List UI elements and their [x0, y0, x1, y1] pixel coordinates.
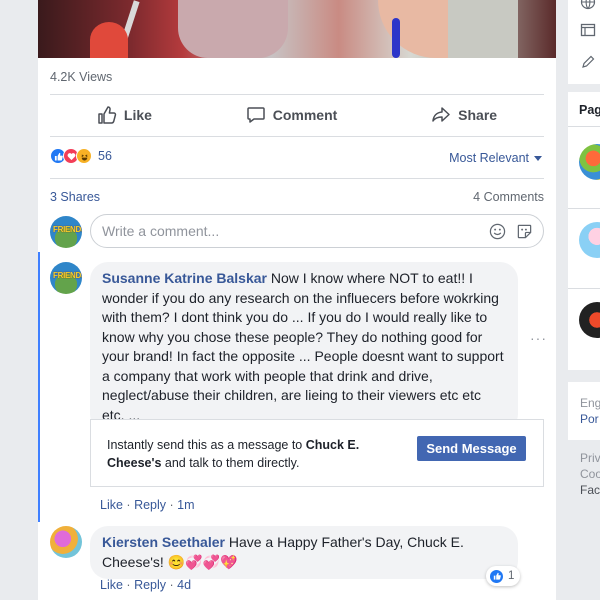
sidebar-pages-title: Pag	[579, 103, 600, 117]
divider	[568, 126, 600, 127]
comment-button[interactable]: Comment	[246, 105, 338, 125]
share-button[interactable]: Share	[431, 105, 497, 125]
like-button[interactable]: Like	[97, 105, 152, 125]
globe-icon[interactable]	[580, 0, 596, 10]
comment-like-link[interactable]: Like	[100, 498, 123, 512]
page-avatar[interactable]	[579, 222, 600, 258]
separator: ·	[169, 578, 178, 592]
comment-reply-link[interactable]: Reply	[134, 578, 166, 592]
comment-reply-link[interactable]: Reply	[134, 498, 166, 512]
comment-like-link[interactable]: Like	[100, 578, 123, 592]
footer-link[interactable]: Priv	[580, 450, 600, 466]
comment-thread-indicator	[38, 252, 40, 522]
more-options-icon[interactable]: ···	[530, 330, 547, 346]
divider	[50, 136, 544, 137]
like-reaction-icon	[489, 568, 504, 584]
current-user-avatar[interactable]: FRIENDS	[50, 216, 82, 248]
commenter-avatar[interactable]	[50, 526, 82, 558]
post-actions: Like Comment Share	[50, 96, 544, 134]
comment-sort-dropdown[interactable]: Most Relevant	[449, 151, 542, 165]
comment-author[interactable]: Susanne Katrine Balskar	[102, 270, 267, 286]
footer-link[interactable]: Coo	[580, 466, 600, 482]
emoji-icon[interactable]	[489, 223, 506, 240]
thumbs-up-icon	[98, 106, 117, 124]
separator: ·	[169, 498, 178, 512]
comment-text: Now I know where NOT to eat!! I wonder i…	[102, 270, 504, 423]
reaction-count: 56	[98, 149, 112, 163]
comments-count[interactable]: 4 Comments	[473, 190, 544, 204]
share-label: Share	[458, 107, 498, 123]
comment-meta: Like · Reply · 4d	[100, 578, 191, 592]
haha-reaction-icon	[76, 148, 92, 164]
comment-bubble: Susanne Katrine Balskar Now I know where…	[90, 262, 518, 432]
language-option[interactable]: Por	[580, 412, 599, 426]
promo-text-after: and talk to them directly.	[161, 456, 300, 470]
comment-reaction-count: 1	[508, 570, 515, 582]
avatar-logo-text: FRIENDS	[53, 225, 82, 234]
comment-input-box[interactable]	[90, 214, 544, 248]
comment-reaction-badge[interactable]: 1	[486, 566, 521, 586]
sidebar-shortcuts	[568, 0, 600, 84]
sticker-icon[interactable]	[516, 223, 533, 240]
post-video[interactable]	[38, 0, 556, 58]
divider	[568, 208, 600, 209]
comment-time[interactable]: 1m	[177, 498, 194, 512]
comment-icon	[247, 107, 265, 123]
browser-window-icon[interactable]	[580, 22, 596, 38]
separator: ·	[126, 578, 135, 592]
send-message-button[interactable]: Send Message	[417, 436, 526, 461]
sidebar-language: Eng Por	[568, 382, 600, 440]
divider	[568, 288, 600, 289]
page: 4.2K Views Like Comment Share 56 Most Re…	[0, 0, 600, 600]
language-current: Eng	[580, 396, 600, 410]
sidebar-footer: Priv Coo Fac	[580, 450, 600, 498]
divider	[50, 178, 544, 179]
footer-link[interactable]: Fac	[580, 482, 600, 498]
comment-author[interactable]: Kiersten Seethaler	[102, 534, 225, 550]
video-cloth	[448, 0, 518, 58]
send-message-promo: Instantly send this as a message to Chuc…	[90, 419, 544, 487]
pencil-icon[interactable]	[580, 54, 596, 70]
reaction-summary[interactable]: 56	[50, 148, 112, 164]
comment-meta: Like · Reply · 1m	[100, 498, 195, 512]
promo-text: Instantly send this as a message to Chuc…	[107, 436, 397, 472]
comment-label: Comment	[272, 107, 338, 123]
promo-text-before: Instantly send this as a message to	[107, 438, 306, 452]
comment-bubble: Kiersten Seethaler Have a Happy Father's…	[90, 526, 518, 579]
caret-down-icon	[534, 155, 542, 161]
video-shirt	[178, 0, 288, 58]
shares-link[interactable]: 3 Shares	[50, 190, 100, 204]
comment-input[interactable]	[102, 223, 472, 239]
post-card: 4.2K Views Like Comment Share 56 Most Re…	[38, 0, 556, 600]
comment-box-icons	[489, 223, 533, 240]
page-avatar[interactable]	[579, 144, 600, 180]
comment-time[interactable]: 4d	[177, 578, 191, 592]
video-wristband	[392, 18, 400, 58]
divider	[50, 94, 544, 95]
sidebar-pages: Pag	[568, 92, 600, 370]
commenter-avatar[interactable]: FRIENDS	[50, 262, 82, 294]
separator: ·	[126, 498, 135, 512]
sort-label: Most Relevant	[449, 151, 529, 165]
share-icon	[432, 107, 450, 122]
avatar-logo-text: FRIENDS	[53, 271, 82, 280]
like-label: Like	[123, 107, 152, 123]
view-count: 4.2K Views	[50, 70, 113, 84]
page-avatar[interactable]	[579, 302, 600, 338]
video-cup	[90, 22, 128, 58]
